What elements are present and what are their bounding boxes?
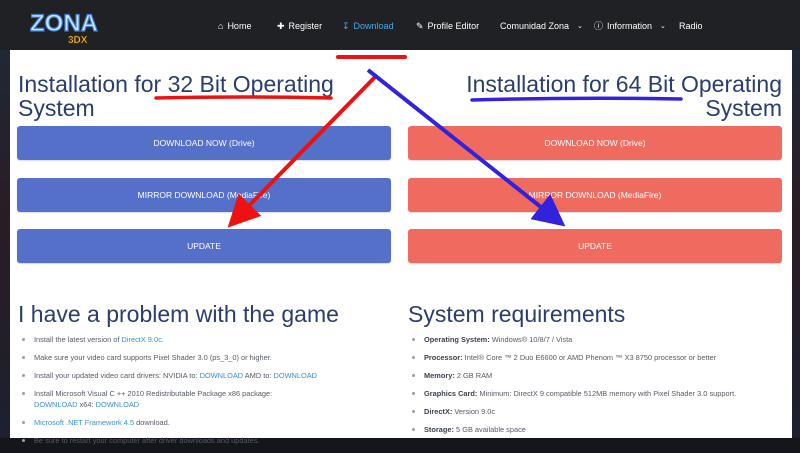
list-item: Be sure to restart your computer after d… bbox=[20, 435, 390, 446]
nav-information-label: Information bbox=[607, 21, 653, 31]
amd-download-link[interactable]: DOWNLOAD bbox=[274, 371, 318, 380]
list-item: Processor: Intel® Core ™ 2 Duo E6600 or … bbox=[410, 352, 785, 363]
logo-text: ZONA bbox=[30, 10, 98, 37]
main-content: Installation for 32 Bit Operating System… bbox=[10, 50, 792, 445]
info-icon: ⓘ bbox=[594, 20, 604, 31]
plus-icon: ✚ bbox=[277, 20, 285, 31]
item-text: Install your updated video card drivers:… bbox=[34, 371, 200, 380]
title-64bit-line2: System bbox=[705, 95, 782, 121]
list-item: Install Microsoft Visual C ++ 2010 Redis… bbox=[20, 388, 390, 410]
item-text: . bbox=[161, 335, 164, 344]
nav-register[interactable]: ✚ Register bbox=[277, 18, 322, 34]
title-32bit: Installation for 32 Bit Operating System bbox=[18, 72, 334, 120]
home-icon: ⌂ bbox=[218, 20, 224, 31]
problem-list: Install the latest version of DirectX 9.… bbox=[20, 334, 390, 453]
list-item: Storage: 5 GB available space bbox=[410, 424, 785, 435]
req-label: Operating System: bbox=[424, 335, 490, 344]
list-item: Install the latest version of DirectX 9.… bbox=[20, 334, 390, 345]
nav-comunidad-label: Comunidad Zona bbox=[500, 21, 570, 31]
download-icon: ↧ bbox=[342, 20, 350, 31]
mirror-download-32-button[interactable]: MIRROR DOWNLOAD (MediaFire) bbox=[17, 178, 391, 212]
vc-x64-download-link[interactable]: DOWNLOAD bbox=[96, 400, 140, 409]
req-value: 2 GB RAM bbox=[454, 371, 493, 380]
nav-comunidad-zona[interactable]: Comunidad Zona ⌄ bbox=[500, 18, 583, 34]
list-item: DirectX: Version 9.0c bbox=[410, 406, 785, 417]
download-now-32-button[interactable]: DOWNLOAD NOW (Drive) bbox=[17, 126, 391, 160]
nav-profile-editor[interactable]: ✎ Profile Editor bbox=[416, 18, 479, 34]
directx-link[interactable]: DirectX 9.0c bbox=[122, 335, 162, 344]
nav-radio[interactable]: Radio bbox=[679, 18, 703, 34]
req-label: Graphics Card: bbox=[424, 389, 478, 398]
background-right-edge bbox=[792, 0, 800, 438]
title-64bit-line1: Installation for 64 Bit Operating bbox=[466, 71, 782, 97]
chevron-down-icon: ⌄ bbox=[577, 23, 583, 30]
req-value: Windows® 10/8/7 / Vista bbox=[489, 335, 573, 344]
item-text: AMD to: bbox=[243, 371, 274, 380]
chevron-down-icon: ⌄ bbox=[660, 23, 666, 30]
req-value: 5 GB available space bbox=[453, 425, 526, 434]
dotnet-link[interactable]: Microsoft .NET Framework 4.5 bbox=[34, 418, 134, 427]
list-item: Microsoft .NET Framework 4.5 download. bbox=[20, 417, 390, 428]
req-value: Minimum: DirectX 9 compatible 512MB memo… bbox=[477, 389, 737, 398]
req-value: Version 9.0c bbox=[452, 407, 496, 416]
list-item: Operating System: Windows® 10/8/7 / Vist… bbox=[410, 334, 785, 345]
nav-profile-editor-label: Profile Editor bbox=[427, 21, 480, 31]
req-value: Intel® Core ™ 2 Duo E6600 or AMD Phenom … bbox=[462, 353, 717, 362]
nav-information[interactable]: ⓘ Information ⌄ bbox=[594, 18, 666, 34]
list-item: Memory: 2 GB RAM bbox=[410, 370, 785, 381]
nav-home-label: Home bbox=[227, 21, 252, 31]
top-navbar: ZONA 3DX ⌂ Home ✚ Register ↧ Download ✎ … bbox=[0, 0, 800, 50]
req-label: Storage: bbox=[424, 425, 454, 434]
nav-radio-label: Radio bbox=[679, 21, 703, 31]
nav-register-label: Register bbox=[288, 21, 323, 31]
item-text: Install the latest version of bbox=[34, 335, 122, 344]
item-text: download. bbox=[134, 418, 170, 427]
req-label: Memory: bbox=[424, 371, 455, 380]
req-label: Processor: bbox=[424, 353, 463, 362]
list-item: Graphics Card: Minimum: DirectX 9 compat… bbox=[410, 388, 785, 399]
requirements-heading: System requirements bbox=[408, 301, 626, 327]
pencil-icon: ✎ bbox=[416, 20, 424, 31]
nvidia-download-link[interactable]: DOWNLOAD bbox=[200, 371, 244, 380]
req-label: DirectX: bbox=[424, 407, 453, 416]
problem-heading: I have a problem with the game bbox=[18, 301, 339, 327]
item-text: x64: bbox=[77, 400, 96, 409]
item-text: Install Microsoft Visual C ++ 2010 Redis… bbox=[34, 389, 273, 398]
mirror-download-64-button[interactable]: MIRROR DOWNLOAD (MediaFire) bbox=[408, 178, 782, 212]
title-32bit-line1: Installation for 32 Bit Operating bbox=[18, 71, 334, 97]
background-left-edge bbox=[0, 0, 10, 438]
download-now-64-button[interactable]: DOWNLOAD NOW (Drive) bbox=[408, 126, 782, 160]
requirements-list: Operating System: Windows® 10/8/7 / Vist… bbox=[410, 334, 785, 442]
list-item: Install your updated video card drivers:… bbox=[20, 370, 390, 381]
item-text: Make sure your video card supports Pixel… bbox=[34, 353, 272, 362]
nav-download-label: Download bbox=[353, 21, 394, 31]
title-64bit: Installation for 64 Bit Operating System bbox=[410, 72, 782, 120]
update-64-button[interactable]: UPDATE bbox=[408, 229, 782, 263]
title-32bit-line2: System bbox=[18, 95, 95, 121]
update-32-button[interactable]: UPDATE bbox=[17, 229, 391, 263]
nav-home[interactable]: ⌂ Home bbox=[218, 18, 251, 34]
vc-x86-download-link[interactable]: DOWNLOAD bbox=[34, 400, 78, 409]
item-text: Be sure to restart your computer after d… bbox=[34, 436, 260, 445]
logo-subtext: 3DX bbox=[68, 35, 88, 45]
nav-download[interactable]: ↧ Download bbox=[342, 18, 394, 34]
zona-logo[interactable]: ZONA 3DX bbox=[28, 5, 110, 45]
list-item: Make sure your video card supports Pixel… bbox=[20, 352, 390, 363]
